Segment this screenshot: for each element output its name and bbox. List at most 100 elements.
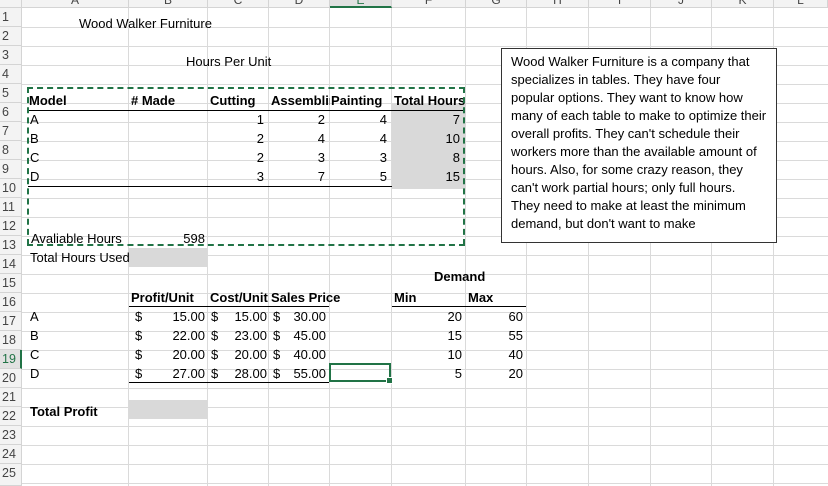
total-a[interactable]: 7 [392,110,460,129]
row-header-11[interactable]: 11 [0,198,22,217]
row-header-25[interactable]: 25 [0,464,22,486]
header-max[interactable]: Max [468,288,493,307]
profit-d[interactable]: 27.00 [129,364,205,383]
painting-a[interactable]: 4 [330,110,387,129]
column-header-g[interactable]: G [466,0,527,8]
row-header-5[interactable]: 5 [0,84,22,103]
profit-b[interactable]: 22.00 [129,326,205,345]
painting-d[interactable]: 5 [330,167,387,186]
demand-header[interactable]: Demand [434,267,485,286]
row-header-17[interactable]: 17 [0,312,22,331]
profit-c[interactable]: 20.00 [129,345,205,364]
assembly-d[interactable]: 7 [269,167,325,186]
cutting-b[interactable]: 2 [208,129,264,148]
row-header-4[interactable]: 4 [0,65,22,84]
header-sales-price[interactable]: Sales Price [271,288,340,307]
row-header-20[interactable]: 20 [0,369,22,388]
total-hours-used-cell[interactable] [129,248,207,267]
price-d[interactable]: 55.00 [269,364,326,383]
total-hours-used-label[interactable]: Total Hours Used [30,248,130,267]
column-header-e[interactable]: E [330,0,392,8]
active-cell-e19[interactable] [329,363,393,384]
cost-d[interactable]: 28.00 [208,364,267,383]
cost-a[interactable]: 15.00 [208,307,267,326]
cost-c[interactable]: 20.00 [208,345,267,364]
header-profit-unit[interactable]: Profit/Unit [131,288,194,307]
row-header-10[interactable]: 10 [0,179,22,198]
row-header-3[interactable]: 3 [0,46,22,65]
painting-c[interactable]: 3 [330,148,387,167]
column-header-b[interactable]: B [129,0,208,8]
row-header-24[interactable]: 24 [0,445,22,464]
row-header-21[interactable]: 21 [0,388,22,407]
header-model[interactable]: Model [29,91,67,110]
column-header-d[interactable]: D [269,0,330,8]
price-a[interactable]: 30.00 [269,307,326,326]
row-header-22[interactable]: 22 [0,407,22,426]
profit-a[interactable]: 15.00 [129,307,205,326]
max-a[interactable]: 60 [466,307,523,326]
header-cost-unit[interactable]: Cost/Unit [210,288,268,307]
cutting-a[interactable]: 1 [208,110,264,129]
row-header-23[interactable]: 23 [0,426,22,445]
price-c[interactable]: 40.00 [269,345,326,364]
row-header-15[interactable]: 15 [0,274,22,293]
assembly-a[interactable]: 2 [269,110,325,129]
header-min[interactable]: Min [394,288,416,307]
row-header-1[interactable]: 1 [0,8,22,27]
row-header-9[interactable]: 9 [0,160,22,179]
min-a[interactable]: 20 [392,307,462,326]
total-b[interactable]: 10 [392,129,460,148]
painting-b[interactable]: 4 [330,129,387,148]
row-header-6[interactable]: 6 [0,103,22,122]
cost-b[interactable]: 23.00 [208,326,267,345]
description-text-box[interactable]: Wood Walker Furniture is a company that … [501,48,777,243]
cutting-d[interactable]: 3 [208,167,264,186]
column-header-a[interactable]: A [22,0,129,8]
max-d[interactable]: 20 [466,364,523,383]
column-header-l[interactable]: L [774,0,828,8]
assembly-c[interactable]: 3 [269,148,325,167]
column-header-k[interactable]: K [712,0,774,8]
model-b[interactable]: B [30,129,39,148]
total-c[interactable]: 8 [392,148,460,167]
model-d-2[interactable]: D [30,364,39,383]
row-header-19[interactable]: 19 [0,350,22,369]
min-b[interactable]: 15 [392,326,462,345]
column-header-i[interactable]: I [589,0,651,8]
row-header-7[interactable]: 7 [0,122,22,141]
header-made[interactable]: # Made [131,91,175,110]
model-a[interactable]: A [30,110,39,129]
max-b[interactable]: 55 [466,326,523,345]
max-c[interactable]: 40 [466,345,523,364]
row-header-2[interactable]: 2 [0,27,22,46]
row-header-8[interactable]: 8 [0,141,22,160]
header-assembly[interactable]: Assemblir [271,91,330,110]
model-c-2[interactable]: C [30,345,39,364]
sheet-title[interactable]: Wood Walker Furniture [79,14,212,33]
header-cutting[interactable]: Cutting [210,91,255,110]
model-a-2[interactable]: A [30,307,39,326]
model-b-2[interactable]: B [30,326,39,345]
header-total-hours[interactable]: Total Hours [394,91,465,110]
column-header-f[interactable]: F [392,0,466,8]
total-d[interactable]: 15 [392,167,460,186]
column-header-h[interactable]: H [527,0,589,8]
row-header-12[interactable]: 12 [0,217,22,236]
min-d[interactable]: 5 [392,364,462,383]
cutting-c[interactable]: 2 [208,148,264,167]
row-header-18[interactable]: 18 [0,331,22,350]
assembly-b[interactable]: 4 [269,129,325,148]
spreadsheet-grid[interactable]: A B C D E F G H I J K L 1 2 3 4 5 6 7 8 … [0,0,828,486]
row-header-14[interactable]: 14 [0,255,22,274]
total-profit-label[interactable]: Total Profit [30,402,98,421]
price-b[interactable]: 45.00 [269,326,326,345]
model-d[interactable]: D [30,167,39,186]
column-header-c[interactable]: C [208,0,269,8]
total-profit-cell[interactable] [129,400,207,419]
hours-per-unit-header[interactable]: Hours Per Unit [186,52,271,71]
header-painting[interactable]: Painting [331,91,382,110]
select-all-corner[interactable] [0,0,22,8]
min-c[interactable]: 10 [392,345,462,364]
column-header-j[interactable]: J [651,0,712,8]
